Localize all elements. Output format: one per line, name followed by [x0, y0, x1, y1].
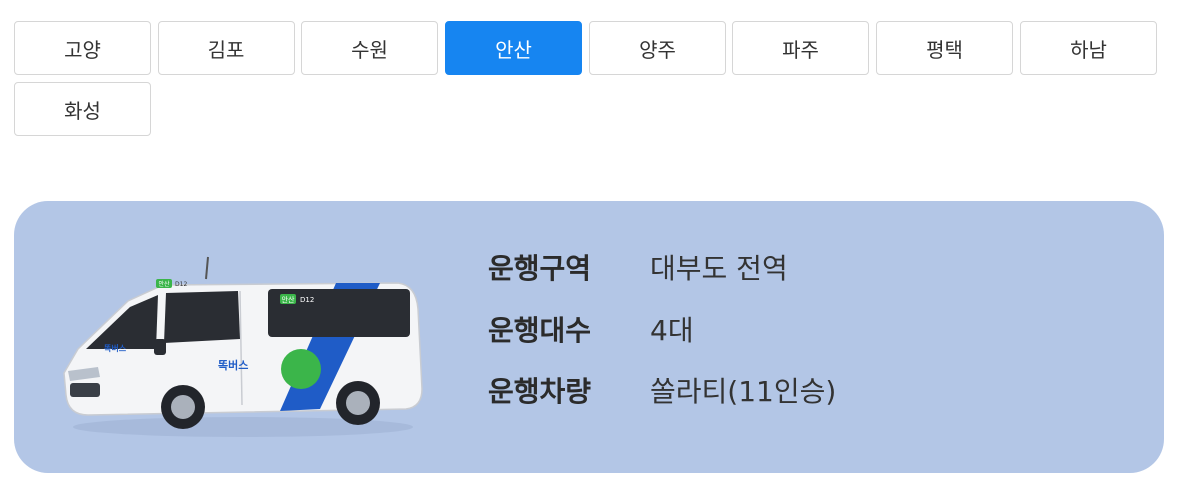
count-value: 4대: [650, 314, 694, 347]
tab-suwon[interactable]: 수원: [301, 21, 438, 75]
tab-ansan[interactable]: 안산: [445, 21, 582, 75]
side-brand-text: 똑버스: [218, 358, 248, 372]
tab-hwaseong[interactable]: 화성: [14, 82, 151, 136]
front-brand-text: 똑버스: [104, 343, 127, 353]
roof-region-badge: 안산: [158, 280, 170, 288]
tab-yangju[interactable]: 양주: [589, 21, 726, 75]
info-row-area: 운행구역 대부도 전역: [488, 245, 788, 289]
tab-pyeongtaek[interactable]: 평택: [876, 21, 1013, 75]
service-info-card: 안산 D12 안산 D12 똑버스 똑버스 운행구역 대부도 전역 운행대수 4…: [14, 201, 1164, 473]
window-route-code: D12: [300, 296, 314, 304]
tab-hanam[interactable]: 하남: [1020, 21, 1157, 75]
tab-gimpo[interactable]: 김포: [157, 21, 295, 75]
count-label: 운행대수: [488, 314, 592, 347]
window-region-badge: 안산: [282, 295, 295, 304]
vehicle-value: 쏠라티(11인승): [650, 375, 837, 408]
vehicle-label: 운행차량: [488, 375, 592, 408]
tab-paju[interactable]: 파주: [732, 21, 869, 75]
info-row-vehicle: 운행차량 쏠라티(11인승): [488, 368, 836, 412]
roof-route-code: D12: [175, 281, 187, 288]
area-label: 운행구역: [488, 252, 592, 285]
tab-goyang[interactable]: 고양: [14, 21, 151, 75]
info-row-count: 운행대수 4대: [488, 307, 694, 351]
shuttle-van-image: 안산 D12 안산 D12 똑버스 똑버스: [63, 256, 423, 437]
area-value: 대부도 전역: [650, 252, 788, 285]
